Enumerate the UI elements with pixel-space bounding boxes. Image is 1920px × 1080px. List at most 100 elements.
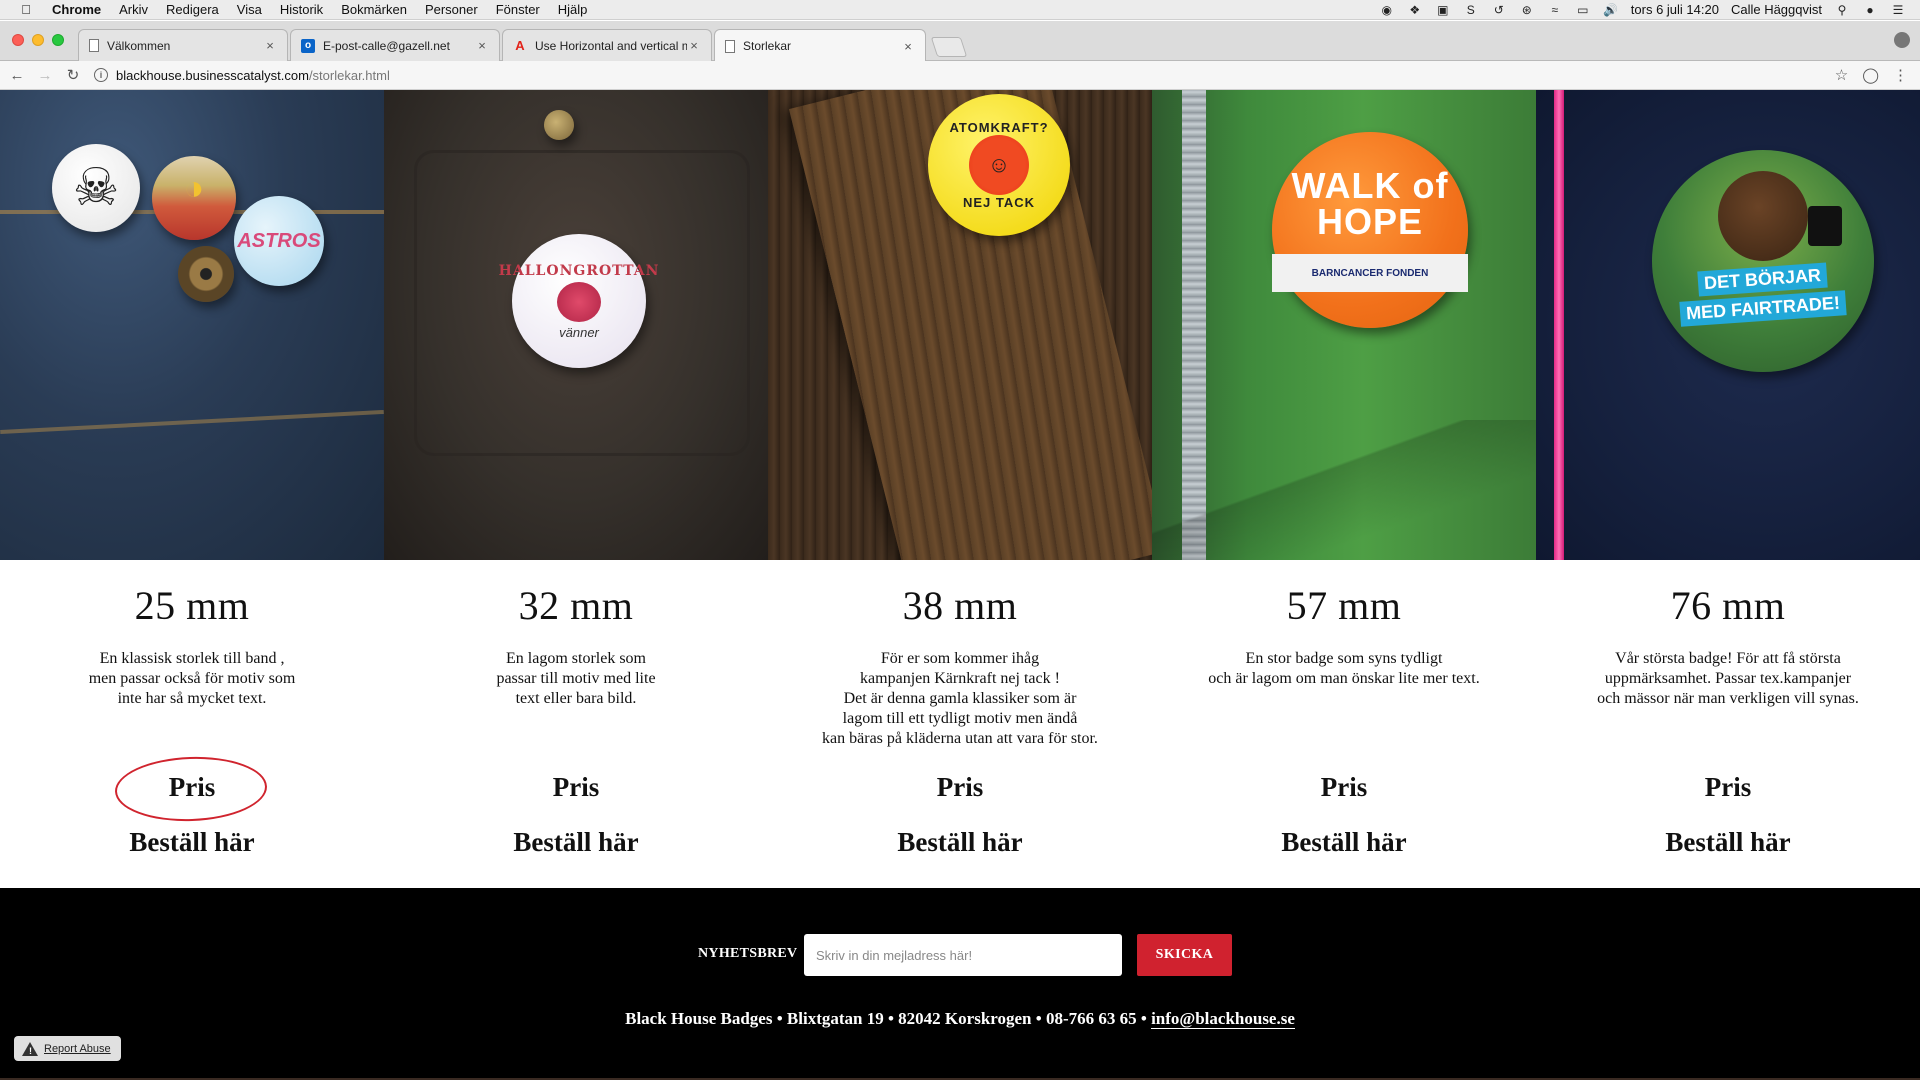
url-path: /storlekar.html [308,67,390,83]
chrome-menu-icon[interactable]: ⋮ [1893,66,1908,84]
notification-center-icon[interactable]: ☰ [1890,3,1906,17]
menu-chrome[interactable]: Chrome [52,2,101,17]
order-link[interactable]: Beställ här [1152,827,1536,858]
menu-personer[interactable]: Personer [425,2,478,17]
size-heading: 32 mm [518,583,634,628]
warning-icon: ! [22,1041,38,1056]
walk-of-hope-badge: WALK of HOPE BARNCANCER FONDEN [1272,132,1468,328]
price-link[interactable]: Pris [1536,772,1920,803]
window-controls [12,34,64,46]
jeans-rivet [178,246,234,302]
size-heading: 57 mm [1286,583,1402,628]
atomkraft-badge-bottom-text: NEJ TACK [962,195,1036,210]
tab-email[interactable]: o E-post-calle@gazell.net × [290,29,500,61]
price-link[interactable]: Pris [1152,772,1536,803]
skype-icon[interactable]: S [1463,3,1479,17]
tab-adobe-help[interactable]: A Use Horizontal and vertical me × [502,29,712,61]
rainbow-badge: ◑ [152,156,236,240]
close-tab-icon[interactable]: × [901,39,915,54]
size-column-38mm: 38 mm För er som kommer ihåg kampanjen K… [768,560,1152,888]
close-window-button[interactable] [12,34,24,46]
address-bar[interactable]: i blackhouse.businesscatalyst.com/storle… [94,64,1835,86]
site-info-icon[interactable]: i [94,68,108,82]
menu-fonster[interactable]: Fönster [496,2,540,17]
tab-storlekar[interactable]: Storlekar × [714,29,926,62]
close-tab-icon[interactable]: × [687,38,701,53]
menu-redigera[interactable]: Redigera [166,2,219,17]
price-link[interactable]: Pris [768,772,1152,803]
extension-shield-icon[interactable]: ◯ [1862,66,1879,84]
newsletter-submit-button[interactable]: SKICKA [1137,934,1232,976]
siri-icon[interactable]: ● [1862,3,1878,17]
close-tab-icon[interactable]: × [263,38,277,53]
walk-of-hope-line2: HOPE [1316,201,1424,242]
close-tab-icon[interactable]: × [475,38,489,53]
apple-menu-icon[interactable]:  [18,2,34,17]
browser-tab-strip: Välkommen × o E-post-calle@gazell.net × … [0,21,1920,62]
contact-email-link[interactable]: info@blackhouse.se [1151,1009,1295,1029]
fairtrade-badge-line1: DET BÖRJAR [1697,262,1829,297]
outlook-icon: o [301,38,315,53]
spotlight-search-icon[interactable]: ⚲ [1834,3,1850,17]
size-heading: 25 mm [134,583,250,628]
hallongrottan-badge-text: HALLONGROTTAN [498,262,660,279]
url-host: blackhouse.businesscatalyst.com [116,67,309,83]
size-heading: 76 mm [1670,583,1786,628]
fairtrade-badge: DET BÖRJAR MED FAIRTRADE! [1652,150,1874,372]
size-columns: 25 mm En klassisk storlek till band , me… [0,560,1920,888]
menu-arkiv[interactable]: Arkiv [119,2,148,17]
forward-arrow-icon[interactable]: → [34,64,56,86]
minimize-window-button[interactable] [32,34,44,46]
photo-38mm-corduroy: ATOMKRAFT? ☺ NEJ TACK [768,90,1152,560]
new-tab-button[interactable] [930,37,968,57]
creative-cloud-icon[interactable]: ◉ [1379,3,1395,17]
raspberry-icon [557,281,601,322]
menu-hjalp[interactable]: Hjälp [558,2,588,17]
barncancerfonden-logo: BARNCANCER FONDEN [1272,254,1468,292]
astros-badge: ASTROS [234,196,324,286]
atomkraft-badge-top-text: ATOMKRAFT? [949,120,1049,135]
size-description: En klassisk storlek till band , men pass… [88,650,296,707]
document-icon [725,39,735,53]
order-link[interactable]: Beställ här [768,827,1152,858]
tab-title: E-post-calle@gazell.net [323,38,450,53]
tab-title: Use Horizontal and vertical me [535,38,687,53]
photo-57mm-green-jacket: WALK of HOPE BARNCANCER FONDEN [1152,90,1536,560]
menu-visa[interactable]: Visa [237,2,262,17]
menubar-user[interactable]: Calle Häggqvist [1731,2,1822,17]
volume-icon[interactable]: 🔊 [1603,3,1619,17]
menubar-clock[interactable]: tors 6 juli 14:20 [1631,2,1719,17]
order-link[interactable]: Beställ här [384,827,768,858]
menu-historik[interactable]: Historik [280,2,323,17]
bookmark-star-icon[interactable]: ☆ [1835,66,1848,84]
reload-icon[interactable]: ↻ [62,64,84,86]
order-link[interactable]: Beställ här [0,827,384,858]
tab-title: Storlekar [743,39,792,53]
atomkraft-badge: ATOMKRAFT? ☺ NEJ TACK [928,94,1070,236]
hallongrottan-badge: HALLONGROTTAN vänner [499,234,658,368]
airplay-icon[interactable]: ▭ [1575,3,1591,17]
profile-icon[interactable] [1894,32,1910,48]
price-link[interactable]: Pris [384,772,768,803]
walk-of-hope-line1: WALK of [1291,165,1449,206]
menu-bokmarken[interactable]: Bokmärken [341,2,407,17]
dropbox-icon[interactable]: ❖ [1407,3,1423,17]
price-link[interactable]: Pris [0,772,384,803]
zoom-window-button[interactable] [52,34,64,46]
wifi-icon[interactable]: ≈ [1547,3,1563,17]
browser-toolbar: ← → ↻ i blackhouse.businesscatalyst.com /… [0,61,1920,90]
back-arrow-icon[interactable]: ← [6,64,28,86]
bluetooth-icon[interactable]: ⊛ [1519,3,1535,17]
size-description: För er som kommer ihåg kampanjen Kärnkra… [822,650,1098,747]
jacket-snap-button [544,110,574,140]
report-abuse-button[interactable]: ! Report Abuse [14,1036,121,1061]
time-machine-icon[interactable]: ↺ [1491,3,1507,17]
tab-valkommen[interactable]: Välkommen × [78,29,288,61]
newsletter-email-input[interactable] [804,934,1122,976]
macos-menu-bar:  Chrome Arkiv Redigera Visa Historik Bo… [0,0,1920,20]
order-link[interactable]: Beställ här [1536,827,1920,858]
app-status-icon[interactable]: ▣ [1435,3,1451,17]
document-icon [89,39,99,52]
size-description: En stor badge som syns tydligt och är la… [1208,650,1480,687]
fairtrade-logo-icon [1808,206,1842,246]
